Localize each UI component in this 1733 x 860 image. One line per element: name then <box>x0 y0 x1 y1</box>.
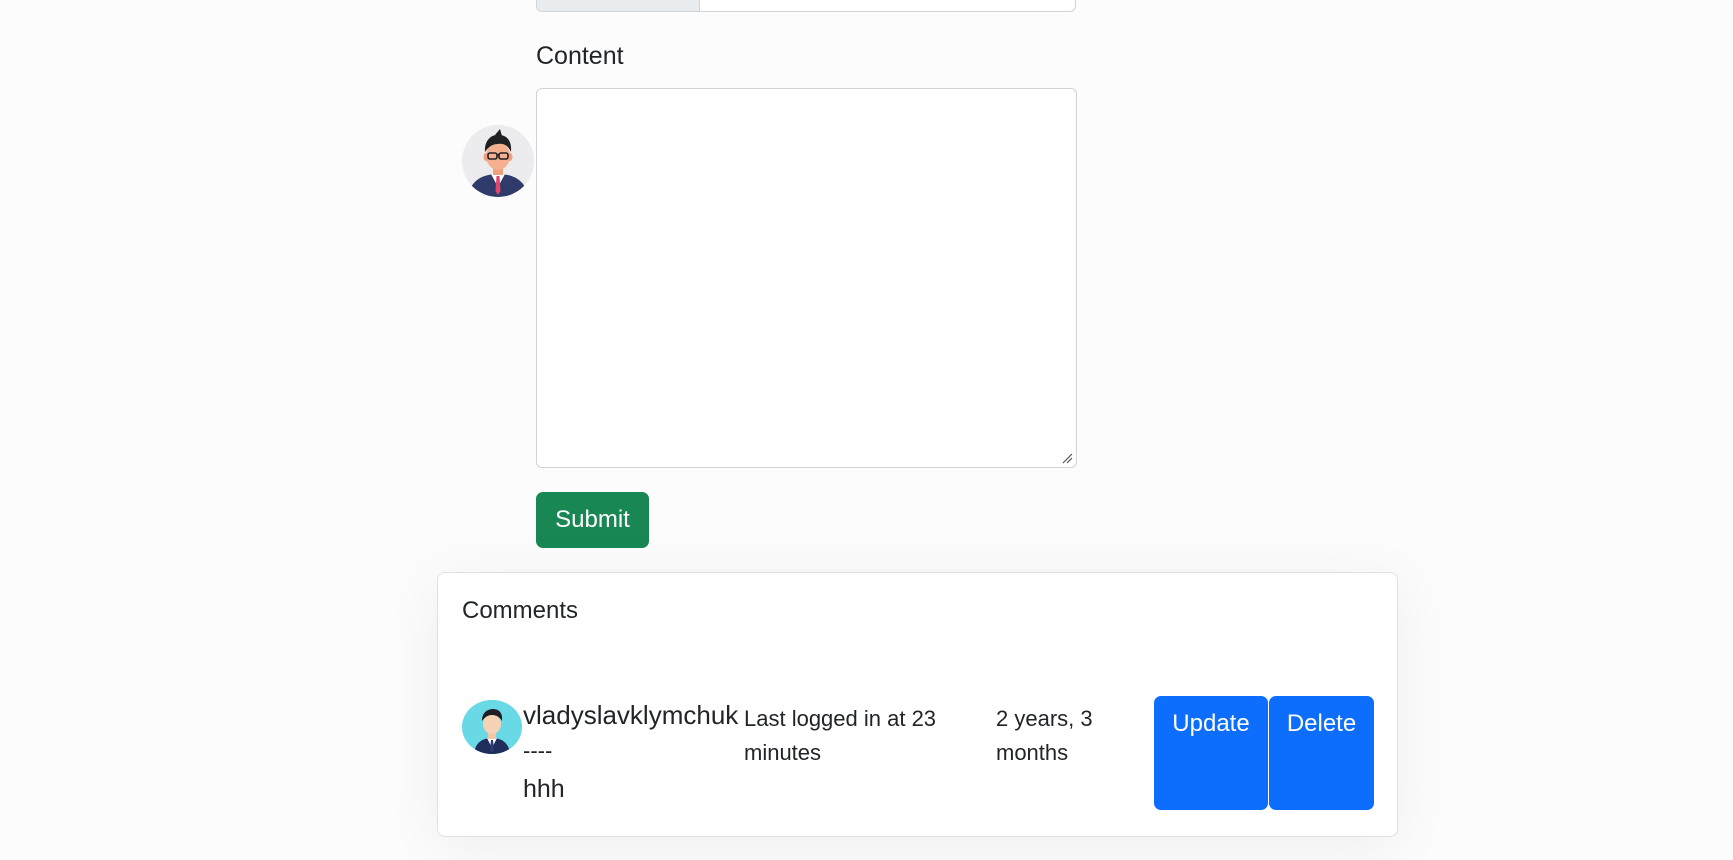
content-label: Content <box>536 42 624 70</box>
update-button[interactable]: Update <box>1154 696 1268 810</box>
businessman-avatar-icon <box>462 125 534 197</box>
comments-card: Comments vladyslavklymchuk ---- hhh Last… <box>437 572 1398 837</box>
last-logged-text: Last logged in at 23 minutes <box>744 706 937 765</box>
comment-time-ago: 2 years, 3 months <box>996 706 1093 765</box>
comment-separator: ---- <box>523 738 553 763</box>
comment-body: hhh <box>523 775 565 803</box>
delete-button[interactable]: Delete <box>1269 696 1374 810</box>
resize-grip-icon[interactable] <box>1061 452 1073 464</box>
comments-title: Comments <box>462 597 579 624</box>
submit-button[interactable]: Submit <box>536 492 649 548</box>
title-input-group[interactable] <box>536 0 1076 12</box>
content-textarea[interactable] <box>536 88 1077 468</box>
title-input-addon <box>537 0 700 11</box>
user-avatar-icon <box>462 700 522 754</box>
comment-username: vladyslavklymchuk <box>523 700 739 730</box>
